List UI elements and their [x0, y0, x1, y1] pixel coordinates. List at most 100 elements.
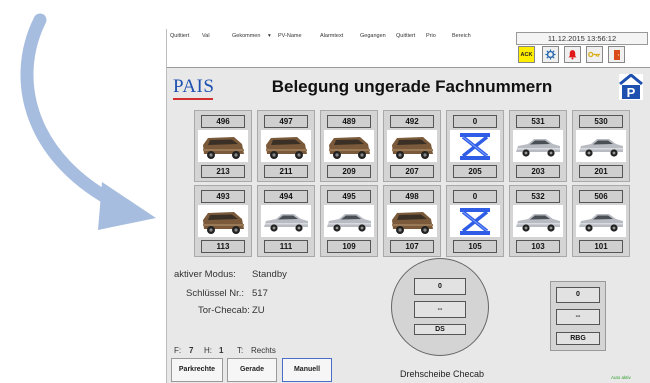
parking-slot[interactable]: 530 201: [572, 110, 630, 182]
gear-icon: [545, 49, 556, 60]
lift-platform-icon: [450, 130, 500, 162]
alarm-col-val[interactable]: Val: [202, 33, 210, 39]
svg-text:P: P: [627, 85, 636, 100]
van-icon: [324, 130, 374, 162]
bell-icon: [568, 50, 577, 60]
car-icon: [513, 205, 563, 237]
rbg-middle-value: --: [556, 309, 600, 325]
alarm-col-bereich[interactable]: Bereich: [452, 33, 471, 39]
pais-logo: PAIS: [173, 76, 215, 97]
turntable-top-value: 0: [414, 278, 466, 295]
van-icon: [387, 205, 437, 237]
page-title: Belegung ungerade Fachnummern: [271, 77, 553, 96]
mode-value: Standby: [252, 269, 287, 280]
slot-id-top: 492: [390, 115, 434, 128]
alarm-bar: Quittiert Val Gekommen ▾ PV-Name Alarmte…: [167, 29, 650, 68]
parking-slot[interactable]: 532 103: [509, 185, 567, 257]
t-value: Rechts: [251, 346, 276, 355]
parking-slot[interactable]: 498 107: [383, 185, 441, 257]
datetime-display: 11.12.2015 13:56:12: [516, 32, 648, 45]
alarm-columns: Quittiert Val Gekommen ▾ PV-Name Alarmte…: [170, 33, 510, 43]
slot-id-bottom: 109: [327, 240, 371, 253]
t-label: T:: [237, 346, 244, 355]
car-icon: [261, 205, 311, 237]
van-icon: [198, 130, 248, 162]
alarm-col-alarmtext[interactable]: Alarmtext: [320, 33, 343, 39]
slot-id-top: 0: [453, 115, 497, 128]
h-value-text: 1: [219, 346, 224, 355]
alarm-col-gekommen[interactable]: Gekommen: [232, 33, 260, 39]
lift-platform-icon: [450, 205, 500, 237]
turntable-middle-value: --: [414, 301, 466, 318]
key-icon: [588, 51, 601, 58]
slot-id-bottom: 203: [516, 165, 560, 178]
sort-down-icon: ▾: [268, 33, 271, 39]
parking-slot[interactable]: 489 209: [320, 110, 378, 182]
parking-slot[interactable]: 495 109: [320, 185, 378, 257]
key-number-label: Schlüssel Nr.:: [186, 288, 245, 299]
slot-id-bottom: 213: [201, 165, 245, 178]
car-icon: [576, 130, 626, 162]
slot-id-bottom: 201: [579, 165, 623, 178]
car-icon: [576, 205, 626, 237]
parking-slot[interactable]: 0 105: [446, 185, 504, 257]
rbg-widget[interactable]: 0 -- RBG: [550, 281, 606, 351]
slot-id-bottom: 211: [264, 165, 308, 178]
parking-slot[interactable]: 531 203: [509, 110, 567, 182]
slot-id-bottom: 105: [453, 240, 497, 253]
door-button[interactable]: [608, 46, 625, 63]
parking-slot[interactable]: 493 113: [194, 185, 252, 257]
slot-id-bottom: 111: [264, 240, 308, 253]
slot-id-top: 489: [327, 115, 371, 128]
slot-id-top: 496: [201, 115, 245, 128]
parking-slot[interactable]: 492 207: [383, 110, 441, 182]
alarm-col-pv-name[interactable]: PV-Name: [278, 33, 302, 39]
parking-slot[interactable]: 506 101: [572, 185, 630, 257]
slot-id-top: 506: [579, 190, 623, 203]
van-icon: [261, 130, 311, 162]
settings-button[interactable]: [542, 46, 559, 63]
slot-id-top: 531: [516, 115, 560, 128]
alarm-col-quittiert[interactable]: Quittiert: [170, 33, 189, 39]
alarm-bell-button[interactable]: [564, 46, 581, 63]
gate-label: Tor-Checab:: [198, 305, 250, 316]
parking-slot[interactable]: 0 205: [446, 110, 504, 182]
slot-id-top: 532: [516, 190, 560, 203]
parking-garage-icon[interactable]: P: [619, 74, 643, 100]
slot-id-top: 493: [201, 190, 245, 203]
slot-id-bottom: 209: [327, 165, 371, 178]
van-icon: [198, 205, 248, 237]
turntable-widget[interactable]: 0 -- DS: [391, 258, 489, 356]
ack-button[interactable]: ACK: [518, 46, 535, 63]
slot-id-top: 498: [390, 190, 434, 203]
curved-arrow-icon: [20, 13, 156, 230]
slot-id-top: 494: [264, 190, 308, 203]
rbg-label: RBG: [556, 332, 600, 345]
slot-id-bottom: 101: [579, 240, 623, 253]
slot-id-top: 497: [264, 115, 308, 128]
slot-id-top: 530: [579, 115, 623, 128]
f-label: F:: [174, 346, 182, 355]
turntable-label: DS: [414, 324, 466, 335]
gerade-button[interactable]: Gerade: [227, 358, 277, 382]
manuell-button[interactable]: Manuell: [282, 358, 332, 382]
slot-id-bottom: 107: [390, 240, 434, 253]
slot-id-top: 495: [327, 190, 371, 203]
parkrechte-button[interactable]: Parkrechte: [171, 358, 223, 382]
f-value: 7: [189, 346, 193, 355]
alarm-col-gegangen[interactable]: Gegangen: [360, 33, 386, 39]
alarm-col-quittiert-2[interactable]: Quittiert: [396, 33, 415, 39]
slot-id-bottom: 207: [390, 165, 434, 178]
gate-value: ZU: [252, 305, 265, 316]
f-value-text: 7: [189, 346, 194, 355]
parking-slot[interactable]: 496 213: [194, 110, 252, 182]
door-icon: [613, 49, 620, 60]
alarm-col-prio[interactable]: Prio: [426, 33, 436, 39]
h-value: 1: [219, 346, 223, 355]
key-button[interactable]: [586, 46, 603, 63]
parking-slot[interactable]: 497 211: [257, 110, 315, 182]
slot-id-bottom: 205: [453, 165, 497, 178]
slot-id-top: 0: [453, 190, 497, 203]
auto-status-text: Auto aktiv: [611, 375, 631, 380]
parking-slot[interactable]: 494 111: [257, 185, 315, 257]
